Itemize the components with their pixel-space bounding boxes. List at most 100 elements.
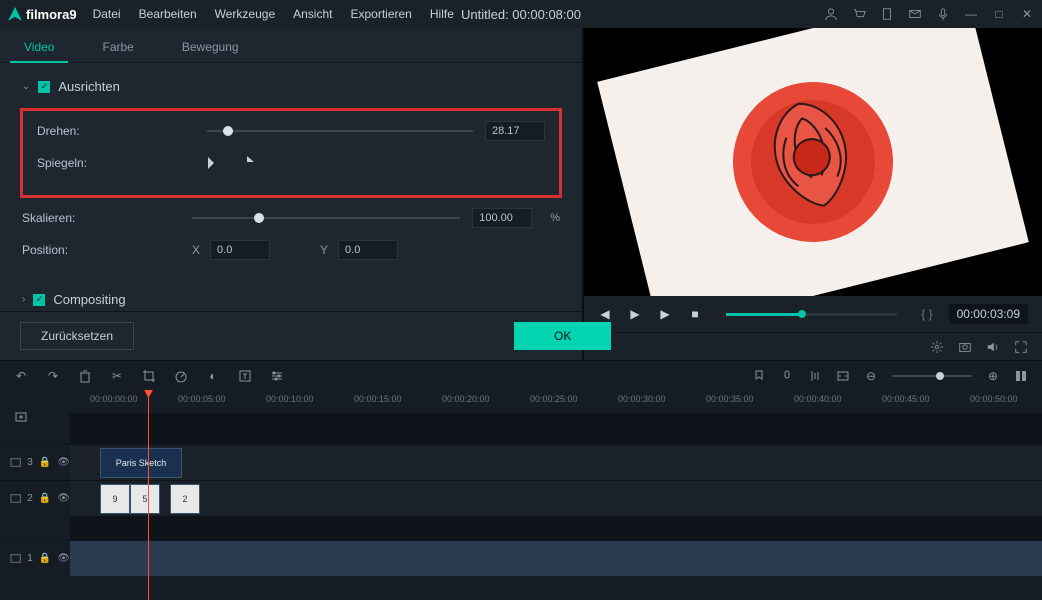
track-label-1: 1🔒👁 bbox=[0, 540, 70, 576]
speed-icon[interactable] bbox=[174, 369, 188, 383]
audio-mixer-icon[interactable] bbox=[808, 369, 822, 383]
compositing-checkbox[interactable]: ✓ bbox=[33, 294, 45, 306]
view-mode-icon[interactable] bbox=[1014, 369, 1028, 383]
timeline: 3🔒👁 2🔒👁 1🔒👁 00:00:00:0000:00:05:0000:00:… bbox=[0, 390, 1042, 600]
zoom-thumb[interactable] bbox=[936, 372, 944, 380]
delete-icon[interactable] bbox=[78, 369, 92, 383]
eye-icon[interactable]: 👁 bbox=[57, 553, 70, 564]
flip-vertical-icon[interactable] bbox=[245, 155, 263, 171]
menu-datei[interactable]: Datei bbox=[93, 7, 121, 21]
close-icon[interactable]: ✕ bbox=[1020, 7, 1034, 21]
lock-icon[interactable]: 🔒 bbox=[39, 457, 51, 468]
playhead[interactable] bbox=[148, 390, 149, 600]
prev-frame-icon[interactable]: ◀ bbox=[598, 307, 612, 321]
fullscreen-icon[interactable] bbox=[1014, 340, 1028, 354]
clipboard-icon[interactable] bbox=[880, 7, 894, 21]
drehen-label: Drehen: bbox=[37, 124, 207, 138]
clip-paris-sketch[interactable]: Paris Sketch bbox=[100, 448, 182, 478]
zoom-out-icon[interactable]: ⊖ bbox=[864, 369, 878, 383]
braces-label: { } bbox=[921, 307, 932, 321]
filmora-logo-icon bbox=[8, 7, 22, 21]
drehen-slider-thumb[interactable] bbox=[223, 126, 233, 136]
user-icon[interactable] bbox=[824, 7, 838, 21]
track-2[interactable]: 9 5 2 bbox=[70, 480, 1042, 516]
x-label: X bbox=[192, 243, 200, 257]
track-3[interactable]: Paris Sketch bbox=[70, 444, 1042, 480]
eye-icon[interactable]: 👁 bbox=[57, 493, 70, 504]
cart-icon[interactable] bbox=[852, 7, 866, 21]
property-tabs: Video Farbe Bewegung bbox=[0, 28, 582, 63]
flip-horizontal-icon[interactable] bbox=[207, 155, 225, 171]
track-label-2: 2🔒👁 bbox=[0, 480, 70, 516]
y-label: Y bbox=[320, 243, 328, 257]
maximize-icon[interactable]: □ bbox=[992, 7, 1006, 21]
menu-bearbeiten[interactable]: Bearbeiten bbox=[139, 7, 197, 21]
zoom-slider[interactable] bbox=[892, 375, 972, 377]
timeline-ruler[interactable]: 00:00:00:0000:00:05:0000:00:10:0000:00:1… bbox=[70, 390, 1042, 414]
stop-icon[interactable]: ■ bbox=[688, 307, 702, 321]
skalieren-slider-thumb[interactable] bbox=[254, 213, 264, 223]
drehen-input[interactable] bbox=[485, 121, 545, 141]
tab-video[interactable]: Video bbox=[20, 32, 58, 62]
timeline-toolbar: ↶ ↷ ✂ ◐ ⊖ ⊕ bbox=[0, 360, 1042, 390]
cut-icon[interactable]: ✂ bbox=[110, 369, 124, 383]
fit-icon[interactable] bbox=[836, 369, 850, 383]
player-controls: ◀ ▶ ▶ ■ { } 00:00:03:09 bbox=[584, 296, 1042, 332]
tab-farbe[interactable]: Farbe bbox=[98, 32, 137, 62]
video-preview[interactable] bbox=[584, 28, 1042, 296]
clip-countdown-2[interactable]: 2 bbox=[170, 484, 200, 514]
mail-icon[interactable] bbox=[908, 7, 922, 21]
menu-werkzeuge[interactable]: Werkzeuge bbox=[215, 7, 275, 21]
camera-icon[interactable] bbox=[958, 340, 972, 354]
text-icon[interactable] bbox=[238, 369, 252, 383]
section-ausrichten[interactable]: ⌄ ✓ Ausrichten bbox=[22, 79, 560, 94]
lock-icon[interactable]: 🔒 bbox=[39, 553, 51, 564]
undo-icon[interactable]: ↶ bbox=[14, 369, 28, 383]
next-frame-icon[interactable]: ▶ bbox=[658, 307, 672, 321]
y-input[interactable] bbox=[338, 240, 398, 260]
crop-icon[interactable] bbox=[142, 369, 156, 383]
app-logo: filmora9 bbox=[8, 7, 77, 22]
settings-gear-icon[interactable] bbox=[930, 340, 944, 354]
play-icon[interactable]: ▶ bbox=[628, 307, 642, 321]
track-1[interactable] bbox=[70, 540, 1042, 576]
titlebar-actions: — □ ✕ bbox=[824, 7, 1034, 21]
x-input[interactable] bbox=[210, 240, 270, 260]
position-label: Position: bbox=[22, 243, 192, 257]
compositing-title: Compositing bbox=[53, 292, 125, 307]
clip-countdown-5[interactable]: 5 bbox=[130, 484, 160, 514]
mic-icon[interactable] bbox=[936, 7, 950, 21]
add-track-icon[interactable] bbox=[14, 410, 28, 424]
document-title: Untitled: 00:00:08:00 bbox=[461, 7, 581, 22]
minimize-icon[interactable]: — bbox=[964, 7, 978, 21]
menu-exportieren[interactable]: Exportieren bbox=[350, 7, 411, 21]
ausrichten-checkbox[interactable]: ✓ bbox=[38, 81, 50, 93]
chevron-right-icon: › bbox=[22, 294, 25, 305]
chevron-down-icon: ⌄ bbox=[22, 81, 30, 92]
section-compositing[interactable]: › ✓ Compositing bbox=[22, 292, 560, 307]
eye-icon[interactable]: 👁 bbox=[57, 457, 70, 468]
tab-bewegung[interactable]: Bewegung bbox=[178, 32, 243, 62]
drehen-slider[interactable] bbox=[207, 130, 473, 132]
volume-icon[interactable] bbox=[986, 340, 1000, 354]
sliders-icon[interactable] bbox=[270, 369, 284, 383]
record-mic-icon[interactable] bbox=[780, 369, 794, 383]
reset-button[interactable]: Zurücksetzen bbox=[20, 322, 134, 350]
player-timecode: 00:00:03:09 bbox=[949, 304, 1028, 324]
menu-ansicht[interactable]: Ansicht bbox=[293, 7, 332, 21]
skalieren-unit: % bbox=[550, 212, 560, 224]
color-icon[interactable]: ◐ bbox=[206, 369, 220, 383]
zoom-in-icon[interactable]: ⊕ bbox=[986, 369, 1000, 383]
preview-content bbox=[597, 28, 1029, 296]
progress-bar[interactable] bbox=[726, 313, 897, 316]
marker-icon[interactable] bbox=[752, 369, 766, 383]
ausrichten-title: Ausrichten bbox=[58, 79, 119, 94]
lock-icon[interactable]: 🔒 bbox=[39, 493, 51, 504]
progress-thumb[interactable] bbox=[798, 310, 806, 318]
ok-button[interactable]: OK bbox=[514, 322, 611, 350]
menu-hilfe[interactable]: Hilfe bbox=[430, 7, 454, 21]
clip-countdown-9[interactable]: 9 bbox=[100, 484, 130, 514]
redo-icon[interactable]: ↷ bbox=[46, 369, 60, 383]
skalieren-slider[interactable] bbox=[192, 217, 460, 219]
skalieren-input[interactable] bbox=[472, 208, 532, 228]
